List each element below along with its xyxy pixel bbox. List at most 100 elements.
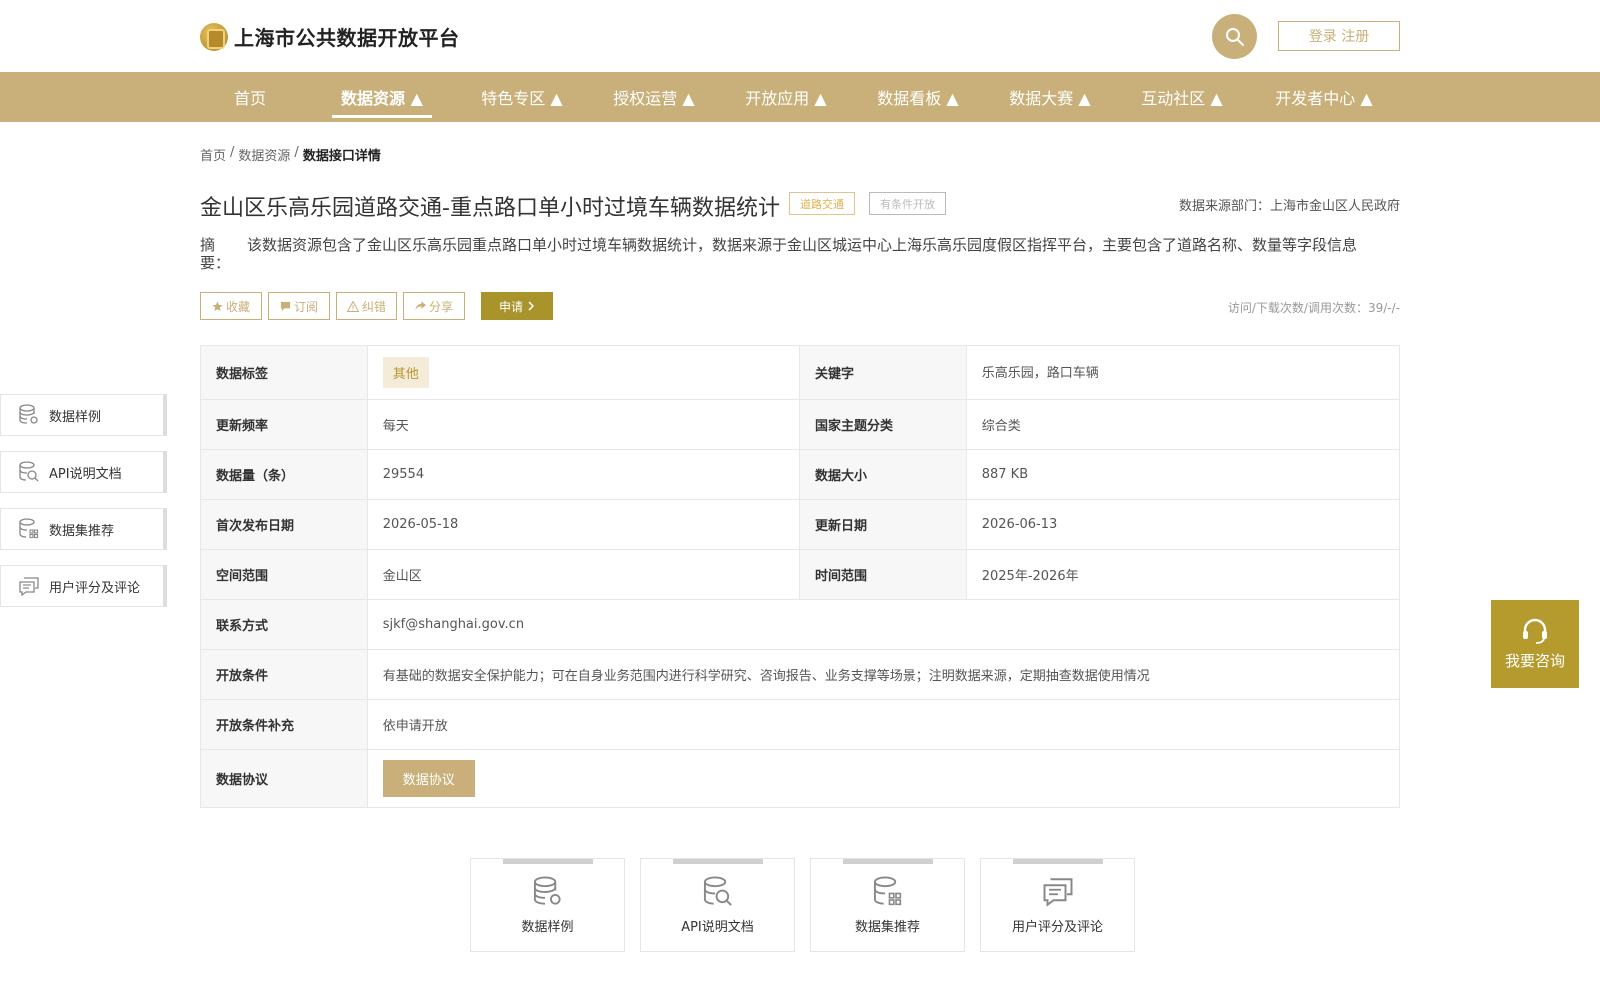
favorite-button[interactable]: 收藏 <box>200 292 262 320</box>
share-icon <box>415 301 426 311</box>
sidebar-item-data-sample[interactable]: 数据样例 <box>0 394 167 436</box>
data-tag-badge[interactable]: 其他 <box>382 357 429 388</box>
sidebar-item-dataset-recommend[interactable]: 数据集推荐 <box>0 508 167 550</box>
site-logo[interactable]: 上海市公共数据开放平台 <box>200 22 460 51</box>
sidebar-item-label: 用户评分及评论 <box>49 580 141 596</box>
chevron-right-icon <box>528 301 535 311</box>
breadcrumb-resources[interactable]: 数据资源 <box>238 145 290 164</box>
nav-item-developer-center[interactable]: 开发者中心 ▲ <box>1254 72 1394 122</box>
table-row: 数据量（条） 29554 数据大小 887 KB <box>201 450 1399 500</box>
logo-emblem-icon <box>200 22 228 51</box>
subscribe-button[interactable]: 订阅 <box>268 292 330 320</box>
table-value: 2025年-2026年 <box>981 569 1079 584</box>
sidebar-item-label: 数据样例 <box>49 409 102 425</box>
card-label: 用户评分及评论 <box>1011 920 1103 935</box>
nav-item-featured-zone[interactable]: 特色专区 ▲ <box>462 72 582 122</box>
card-top-bar <box>502 859 593 864</box>
card-user-reviews[interactable]: 用户评分及评论 <box>980 858 1135 952</box>
nav-item-home[interactable]: 首页 <box>215 72 285 122</box>
breadcrumb-home[interactable]: 首页 <box>200 145 226 164</box>
card-label: 数据集推荐 <box>854 920 920 935</box>
table-label: 开放条件 <box>201 650 368 699</box>
abstract-label: 摘 要： <box>200 236 231 272</box>
share-button[interactable]: 分享 <box>403 292 465 320</box>
nav-item-open-apps[interactable]: 开放应用 ▲ <box>726 72 846 122</box>
favorite-label: 收藏 <box>225 299 250 314</box>
table-row: 空间范围 金山区 时间范围 2025年-2026年 <box>201 550 1399 600</box>
table-label: 时间范围 <box>800 550 967 599</box>
card-api-docs[interactable]: API说明文档 <box>640 858 795 952</box>
table-row: 开放条件 有基础的数据安全保护能力；可在自身业务范围内进行科学研究、咨询报告、业… <box>201 650 1399 700</box>
table-row: 联系方式 sjkf@shanghai.gov.cn <box>201 600 1399 650</box>
nav-item-authorized-ops[interactable]: 授权运营 ▲ <box>594 72 714 122</box>
breadcrumb-current: 数据接口详情 <box>302 149 381 164</box>
login-register-button[interactable]: 登录 注册 <box>1278 21 1400 51</box>
table-value: 其他 <box>368 346 800 399</box>
table-value: 有基础的数据安全保护能力；可在自身业务范围内进行科学研究、咨询报告、业务支撑等场… <box>382 669 1150 684</box>
share-label: 分享 <box>428 299 453 314</box>
table-value: 每天 <box>368 400 800 449</box>
consult-button[interactable]: 我要咨询 <box>1491 600 1579 688</box>
site-header: 上海市公共数据开放平台 登录 注册 <box>0 0 1600 72</box>
table-row: 数据协议 数据协议 <box>201 750 1399 807</box>
nav-item-data-contest[interactable]: 数据大赛 ▲ <box>990 72 1110 122</box>
table-value: 2026-05-18 <box>368 500 800 549</box>
table-value: 29554 <box>368 450 800 499</box>
site-title: 上海市公共数据开放平台 <box>234 26 460 50</box>
card-label: 数据样例 <box>521 920 574 935</box>
nav-item-data-dashboard[interactable]: 数据看板 ▲ <box>858 72 978 122</box>
table-label: 联系方式 <box>201 600 368 649</box>
comment-icon <box>1043 878 1072 907</box>
table-value: 乐高乐园，路口车辆 <box>981 366 1099 381</box>
card-data-sample[interactable]: 数据样例 <box>470 858 625 952</box>
dataset-title: 金山区乐高乐园道路交通-重点路口单小时过境车辆数据统计 <box>200 196 780 221</box>
report-error-label: 纠错 <box>361 299 386 314</box>
table-label: 更新日期 <box>800 500 967 549</box>
table-value: 综合类 <box>981 419 1021 434</box>
table-label: 开放条件补充 <box>201 700 368 749</box>
comment-icon <box>19 577 39 596</box>
table-label: 数据量（条） <box>201 450 368 499</box>
table-label: 更新频率 <box>201 400 368 449</box>
table-label: 空间范围 <box>201 550 368 599</box>
table-row: 更新频率 每天 国家主题分类 综合类 <box>201 400 1399 450</box>
card-dataset-recommend[interactable]: 数据集推荐 <box>810 858 965 952</box>
consult-label: 我要咨询 <box>1504 651 1565 670</box>
database-grid-icon <box>19 518 39 539</box>
sidebar-item-label: API说明文档 <box>49 466 122 482</box>
sidebar-item-user-reviews[interactable]: 用户评分及评论 <box>0 565 167 607</box>
table-row: 开放条件补充 依申请开放 <box>201 700 1399 750</box>
report-error-button[interactable]: 纠错 <box>336 292 397 320</box>
main-nav: 首页 数据资源 ▲ 特色专区 ▲ 授权运营 ▲ 开放应用 ▲ 数据看板 ▲ 数据… <box>0 72 1600 122</box>
table-value: 2026-06-13 <box>981 517 1058 532</box>
subscribe-label: 订阅 <box>293 299 318 314</box>
sidebar-item-api-docs[interactable]: API说明文档 <box>0 451 167 493</box>
table-row: 数据标签 其他 关键字 乐高乐园，路口车辆 <box>201 346 1399 400</box>
abstract-text: 该数据资源包含了金山区乐高乐园重点路口单小时过境车辆数据统计，数据来源于金山区城… <box>247 236 1358 254</box>
table-value: 数据协议 <box>368 750 1399 807</box>
breadcrumb-separator: / <box>294 145 299 160</box>
apply-button[interactable]: 申请 <box>481 292 553 320</box>
search-button[interactable] <box>1212 14 1257 59</box>
headset-icon <box>1523 618 1547 644</box>
search-icon <box>1225 27 1244 46</box>
table-row: 首次发布日期 2026-05-18 更新日期 2026-06-13 <box>201 500 1399 550</box>
visit-counts: 访问/下载次数/调用次数：39/-/- <box>1227 301 1400 315</box>
card-top-bar <box>672 859 763 864</box>
table-label: 数据协议 <box>201 750 368 807</box>
category-tag: 道路交通 <box>789 192 855 215</box>
star-icon <box>212 300 223 311</box>
table-label: 首次发布日期 <box>201 500 368 549</box>
database-gear-icon <box>19 404 38 424</box>
source-department: 数据来源部门：上海市金山区人民政府 <box>1178 199 1400 214</box>
open-type-tag: 有条件开放 <box>869 192 946 215</box>
database-grid-icon <box>873 876 901 906</box>
flag-comment-icon <box>280 301 291 311</box>
contact-email: sjkf@shanghai.gov.cn <box>382 617 525 632</box>
card-top-bar <box>1012 859 1103 864</box>
nav-item-data-resources[interactable]: 数据资源 ▲ <box>332 72 432 122</box>
card-top-bar <box>842 859 933 864</box>
data-agreement-button[interactable]: 数据协议 <box>382 760 475 797</box>
nav-item-community[interactable]: 互动社区 ▲ <box>1122 72 1242 122</box>
table-label: 关键字 <box>800 346 967 399</box>
